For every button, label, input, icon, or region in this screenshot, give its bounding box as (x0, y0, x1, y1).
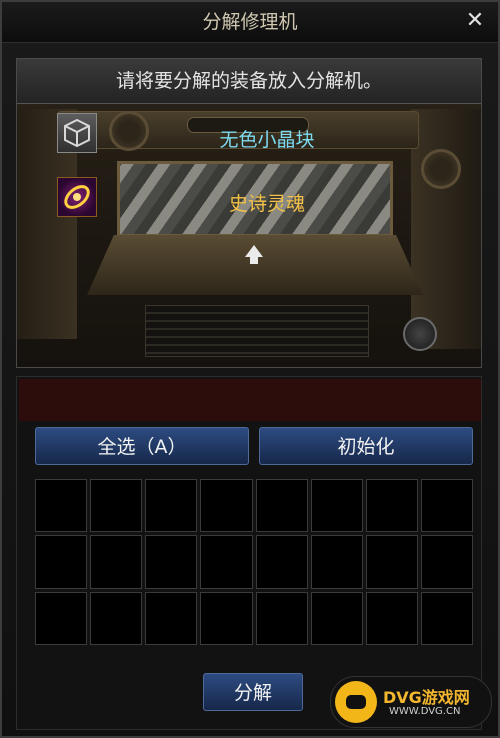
select-all-button[interactable]: 全选（A） (35, 427, 249, 465)
item-slot-grid (35, 479, 473, 645)
item-slot[interactable] (255, 591, 308, 645)
title-bar[interactable]: 分解修理机 ✕ (2, 2, 498, 43)
output-grille (145, 305, 369, 357)
instruction-bar: 请将要分解的装备放入分解机。 (17, 59, 481, 104)
inventory-header (19, 379, 481, 421)
item-slot[interactable] (145, 535, 198, 589)
item-slot[interactable] (90, 535, 143, 589)
watermark-title: DVG游戏网 (383, 688, 470, 707)
machine-right-housing (411, 109, 481, 349)
item-slot[interactable] (35, 479, 88, 533)
knob-icon[interactable] (403, 317, 437, 351)
item-slot[interactable] (420, 479, 473, 533)
item-slot[interactable] (365, 591, 418, 645)
material-name: 史诗灵魂 (228, 193, 305, 215)
instruction-text: 请将要分解的装备放入分解机。 (115, 70, 382, 92)
gear-icon (109, 111, 149, 151)
item-slot[interactable] (365, 479, 418, 533)
arrow-up-icon-stem (250, 256, 258, 264)
input-tray[interactable] (87, 235, 423, 295)
colorless-crystal-cube-icon (57, 113, 97, 153)
item-slot[interactable] (200, 479, 253, 533)
item-slot[interactable] (200, 591, 253, 645)
close-icon[interactable]: ✕ (462, 7, 488, 35)
item-slot[interactable] (310, 535, 363, 589)
gear-icon (421, 149, 461, 189)
item-slot[interactable] (310, 479, 363, 533)
item-slot[interactable] (255, 479, 308, 533)
item-slot[interactable] (145, 479, 198, 533)
item-slot[interactable] (310, 591, 363, 645)
decompose-repair-window: 分解修理机 ✕ 请将要分解的装备放入分解机。 无色小晶块 史诗灵魂 全选（A） … (0, 0, 500, 738)
reset-button[interactable]: 初始化 (259, 427, 473, 465)
gamepad-logo-icon (335, 681, 377, 723)
item-slot[interactable] (420, 535, 473, 589)
item-slot[interactable] (255, 535, 308, 589)
window-title: 分解修理机 (202, 11, 298, 33)
epic-soul-icon (57, 177, 97, 217)
item-slot[interactable] (200, 535, 253, 589)
watermark-subtitle: WWW.DVG.CN (389, 706, 461, 717)
item-slot[interactable] (420, 591, 473, 645)
material-name: 无色小晶块 (219, 129, 315, 151)
decompose-button[interactable]: 分解 (203, 673, 303, 711)
item-slot[interactable] (365, 535, 418, 589)
item-slot[interactable] (90, 479, 143, 533)
item-slot[interactable] (145, 591, 198, 645)
item-slot[interactable] (35, 591, 88, 645)
site-watermark: DVG游戏网 WWW.DVG.CN (330, 676, 492, 728)
item-slot[interactable] (90, 591, 143, 645)
item-slot[interactable] (35, 535, 88, 589)
decompose-machine-panel: 请将要分解的装备放入分解机。 无色小晶块 史诗灵魂 (16, 58, 482, 368)
